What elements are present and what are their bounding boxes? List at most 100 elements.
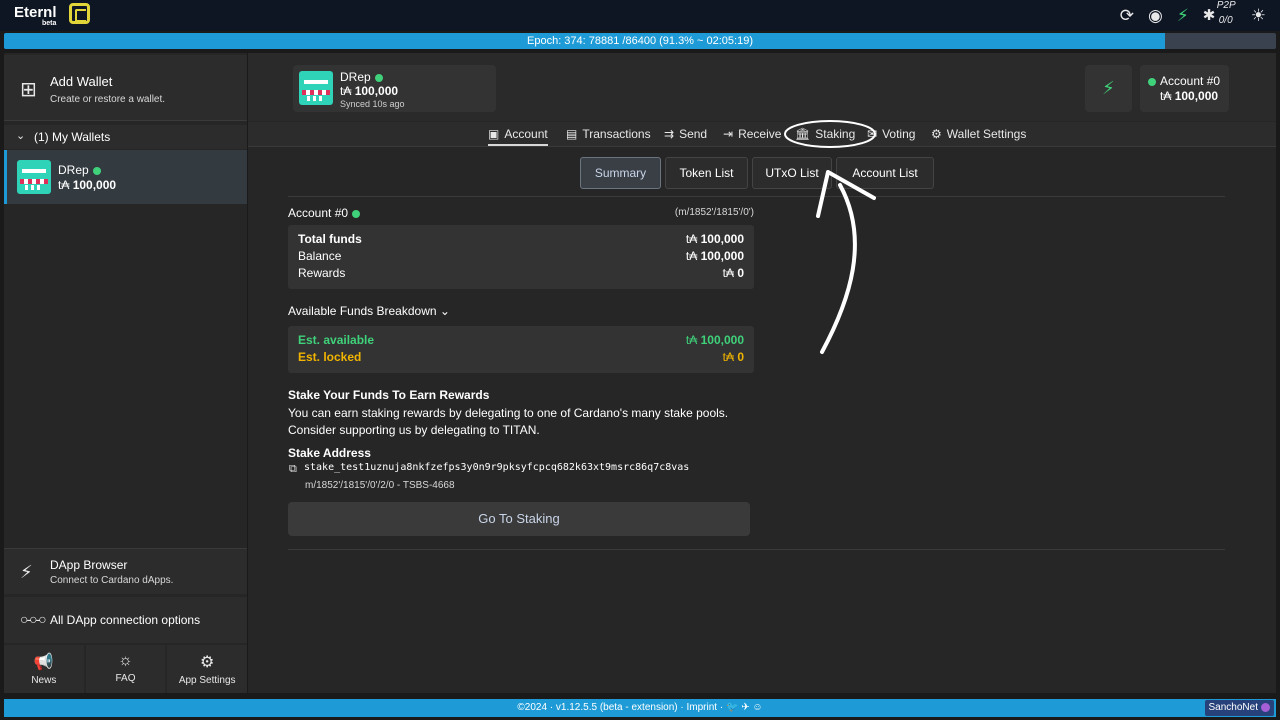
subtab-token-list[interactable]: Token List	[665, 157, 748, 189]
account-title: Account #0	[288, 206, 361, 220]
dapp-options-label: All DApp connection options	[50, 613, 201, 627]
sidebar-wallet-drep[interactable]: DRep t₳ 100,000	[4, 150, 247, 204]
theme-sun-icon[interactable]: ☀	[1251, 7, 1266, 24]
active-account-card[interactable]: Account #0 t₳ 100,000	[1140, 65, 1229, 112]
active-account-name: Account #0	[1148, 74, 1220, 88]
dapp-connect-button[interactable]: ⚡	[1085, 65, 1132, 112]
tab-staking[interactable]: 🏛 Staking	[795, 122, 855, 146]
subtab-utxo-list[interactable]: UTxO List	[752, 157, 832, 189]
stake-heading: Stake Your Funds To Earn Rewards	[288, 388, 490, 402]
online-status-dot	[352, 209, 361, 218]
add-wallet-button[interactable]: ⊞ Add Wallet Create or restore a wallet.	[4, 55, 247, 121]
copy-icon[interactable]: ⧉	[289, 463, 297, 476]
network-status-dot	[1261, 702, 1270, 712]
ballot-icon: ✉	[867, 127, 878, 141]
twitter-icon[interactable]: 🐦	[726, 702, 738, 713]
epoch-text: Epoch: 374: 78881 /86400 (91.3% ~ 02:05:…	[527, 35, 753, 47]
main-panel: DRep t₳ 100,000 Synced 10s ago ⚡ Account…	[248, 53, 1276, 693]
tab-transactions[interactable]: ▤ Transactions	[566, 122, 651, 146]
add-wallet-title: Add Wallet	[50, 74, 113, 89]
plug-icon: ⚡	[20, 562, 33, 582]
app-logo[interactable]: Eternl beta	[14, 2, 94, 28]
my-wallets-toggle[interactable]: ⌄ (1) My Wallets	[4, 125, 247, 149]
p2p-plug-icon: ✱	[1202, 7, 1216, 24]
app-name: Eternl	[14, 4, 57, 21]
wallet-tabs: ▣ Account ▤ Transactions ⇉ Send ⇥ Receive 🏛 S…	[248, 122, 1276, 147]
stake-address[interactable]: stake_test1uznuja8nkfzefps3y0n9r9pksyfcp…	[304, 462, 689, 473]
sync-status: Synced 10s ago	[340, 99, 405, 109]
subtab-summary[interactable]: Summary	[580, 157, 661, 189]
lightbulb-icon: ☼	[118, 652, 133, 669]
my-wallets-label: (1) My Wallets	[34, 130, 111, 144]
p2p-status[interactable]: ✱ P2P 0/0	[1202, 0, 1237, 28]
active-wallet-balance: t₳ 100,000	[340, 84, 399, 98]
dapp-browser-subtitle: Connect to Cardano dApps.	[50, 575, 174, 586]
add-wallet-icon: ⊞	[20, 79, 37, 101]
network-badge[interactable]: SanchoNet	[1204, 700, 1274, 716]
subtab-account-list[interactable]: Account List	[836, 157, 934, 189]
epoch-progress-bar: Epoch: 374: 78881 /86400 (91.3% ~ 02:05:…	[4, 33, 1276, 49]
faq-button[interactable]: ☼ FAQ	[85, 645, 166, 693]
connection-dots-icon: ○-○-○	[20, 611, 47, 627]
funds-summary-box: Total funds t₳ 100,000 Balance t₳ 100,00…	[288, 225, 754, 289]
account-summary-header: Account #0 (m/1852'/1815'/0')	[288, 206, 754, 222]
online-status-dot	[374, 73, 383, 82]
online-status-dot	[1148, 77, 1156, 86]
chevron-down-icon: ⌄	[16, 130, 26, 142]
est-locked-row: Est. locked t₳ 0	[298, 350, 744, 364]
account-subtabs: Summary Token List UTxO List Account Lis…	[248, 157, 1276, 189]
tab-voting[interactable]: ✉ Voting	[867, 122, 915, 146]
receive-icon: ⇥	[723, 127, 734, 141]
wallet-icon: ▣	[488, 127, 500, 141]
gear-icon: ⚙	[931, 127, 942, 141]
list-icon: ▤	[566, 127, 578, 141]
active-wallet-card[interactable]: DRep t₳ 100,000 Synced 10s ago	[293, 65, 496, 112]
footer-text: ©2024 · v1.12.5.5 (beta - extension) · I…	[517, 702, 763, 713]
eye-icon[interactable]: ◉	[1148, 7, 1163, 24]
news-button[interactable]: 📢 News	[4, 645, 84, 693]
eternl-logo-icon	[69, 3, 90, 24]
stake-description: You can earn staking rewards by delegati…	[288, 406, 729, 437]
active-account-balance: t₳ 100,000	[1160, 89, 1219, 103]
total-funds-row: Total funds t₳ 100,000	[298, 232, 744, 246]
tab-account[interactable]: ▣ Account	[488, 122, 548, 146]
telegram-icon[interactable]: ✈	[741, 702, 749, 713]
divider	[288, 549, 1225, 550]
derivation-path: (m/1852'/1815'/0')	[674, 207, 754, 218]
funds-breakdown-toggle[interactable]: Available Funds Breakdown ⌄	[288, 304, 450, 318]
wallet-avatar	[299, 71, 333, 105]
tab-wallet-settings[interactable]: ⚙ Wallet Settings	[931, 122, 1026, 146]
app-beta-badge: beta	[42, 20, 57, 27]
balance-row: Balance t₳ 100,000	[298, 249, 744, 263]
funds-breakdown-box: Est. available t₳ 100,000 Est. locked t₳…	[288, 326, 754, 373]
gear-icon: ⚙	[200, 654, 215, 671]
sync-icon[interactable]: ⟳	[1120, 7, 1134, 24]
dapp-browser-button[interactable]: ⚡ DApp Browser Connect to Cardano dApps.	[4, 548, 247, 594]
sidebar: ⊞ Add Wallet Create or restore a wallet.…	[4, 53, 248, 693]
megaphone-icon: 📢	[33, 654, 54, 671]
active-wallet-name: DRep	[340, 70, 383, 84]
chevron-down-icon: ⌄	[439, 304, 450, 318]
discord-icon[interactable]: ☺	[752, 702, 762, 713]
tab-send[interactable]: ⇉ Send	[664, 122, 707, 146]
send-icon: ⇉	[664, 127, 675, 141]
rewards-row: Rewards t₳ 0	[298, 266, 744, 280]
connection-plug-icon: ⚡	[1102, 78, 1115, 98]
divider	[288, 196, 1225, 197]
add-wallet-subtitle: Create or restore a wallet.	[50, 94, 166, 105]
online-status-dot	[92, 166, 101, 175]
wallet-header: DRep t₳ 100,000 Synced 10s ago ⚡ Account…	[248, 53, 1276, 121]
sidebar-bottom-nav: 📢 News ☼ FAQ ⚙ App Settings	[4, 645, 248, 693]
go-to-staking-button[interactable]: Go To Staking	[288, 502, 750, 536]
est-available-row: Est. available t₳ 100,000	[298, 333, 744, 347]
connection-plug-icon[interactable]: ⚡	[1177, 7, 1189, 24]
tab-receive[interactable]: ⇥ Receive	[723, 122, 781, 146]
top-bar: Eternl beta ⟳ ◉ ⚡ ✱ P2P 0/0 ☀	[0, 0, 1280, 31]
dapp-browser-title: DApp Browser	[50, 558, 128, 572]
bank-icon: 🏛	[795, 127, 811, 141]
wallet-name: DRep	[58, 163, 101, 177]
wallet-balance: t₳ 100,000	[58, 178, 117, 192]
app-settings-button[interactable]: ⚙ App Settings	[167, 645, 248, 693]
stake-address-label: Stake Address	[288, 446, 371, 460]
dapp-connection-options-button[interactable]: ○-○-○ All DApp connection options	[4, 597, 247, 643]
